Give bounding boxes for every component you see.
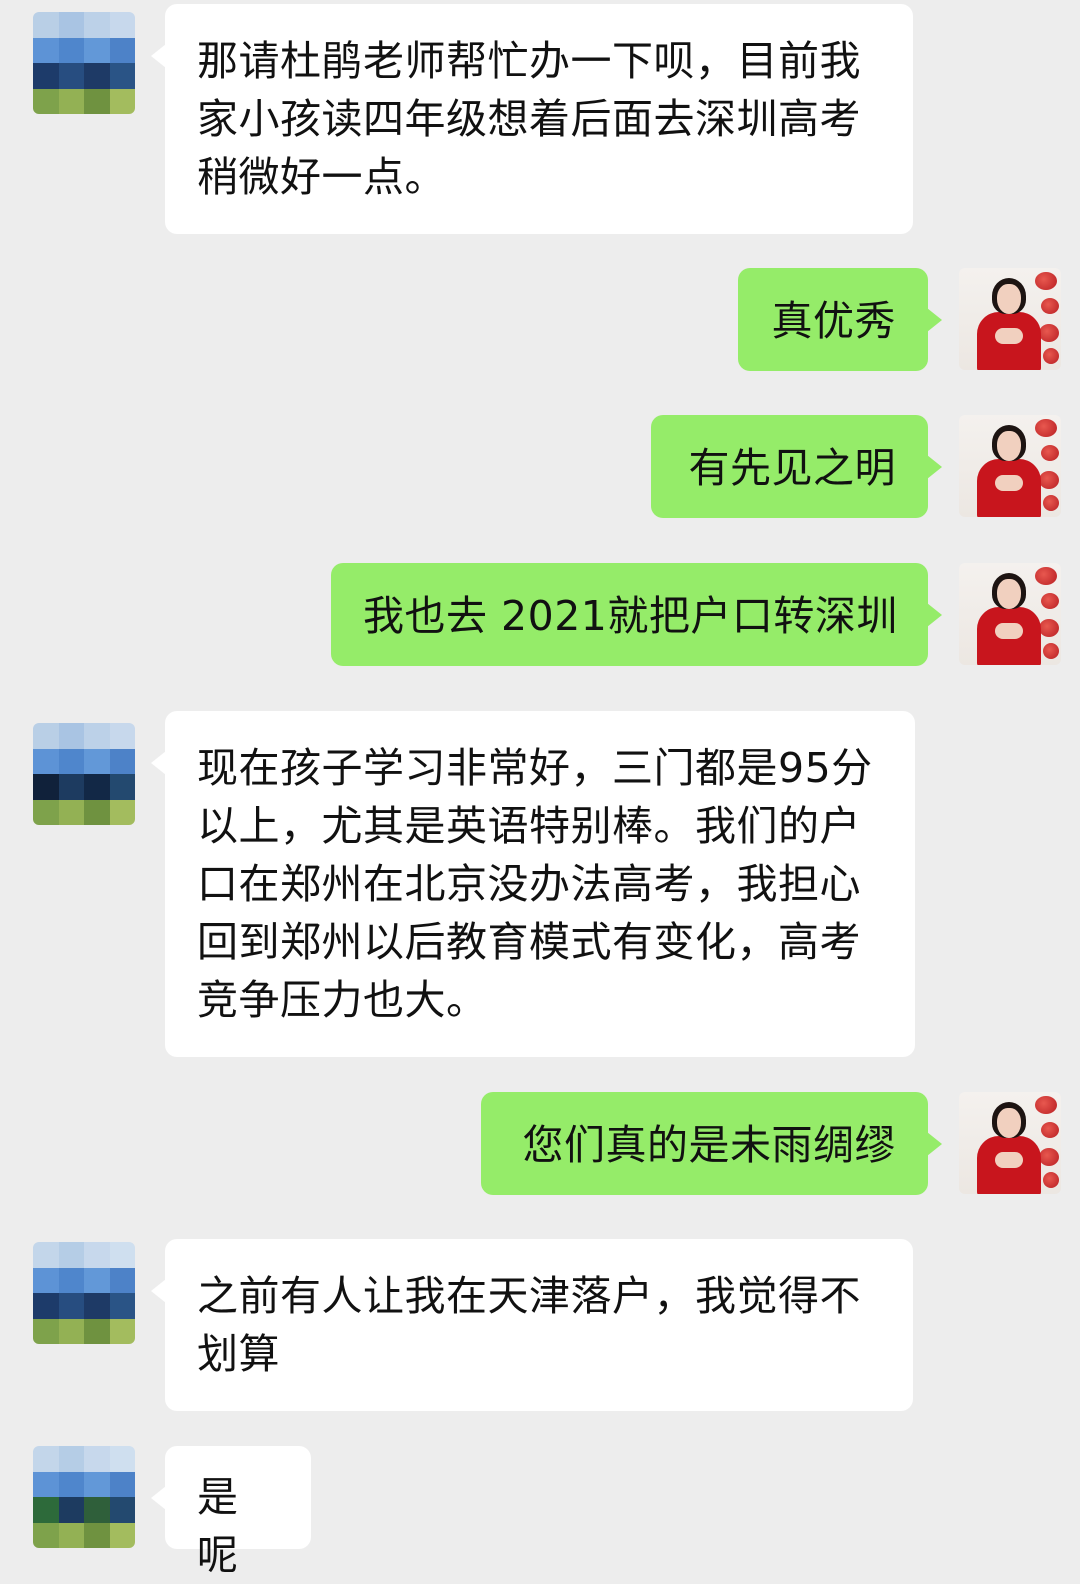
incoming-message-bubble[interactable]: 那请杜鹃老师帮忙办一下呗，目前我家小孩读四年级想着后面去深圳高考稍微好一点。: [151, 4, 913, 234]
message-text: 之前有人让我在天津落户，我觉得不划算: [197, 1272, 861, 1378]
contact-avatar-icon[interactable]: [33, 1242, 135, 1344]
contact-avatar-icon[interactable]: [33, 1446, 135, 1548]
message-text: 那请杜鹃老师帮忙办一下呗，目前我家小孩读四年级想着后面去深圳高考稍微好一点。: [197, 37, 861, 201]
contact-avatar-icon[interactable]: [33, 723, 135, 825]
self-avatar-icon[interactable]: [959, 268, 1061, 370]
message-text: 您们真的是未雨绸缪: [522, 1121, 896, 1169]
self-avatar-icon[interactable]: [959, 415, 1061, 517]
outgoing-message-bubble[interactable]: 有先见之明: [651, 415, 942, 518]
message-text: 有先见之明: [688, 444, 896, 492]
message-text: 真优秀: [771, 297, 896, 345]
message-text: 是呢: [197, 1473, 239, 1579]
incoming-message-bubble[interactable]: 现在孩子学习非常好，三门都是95分以上，尤其是英语特别棒。我们的户口在郑州在北京…: [151, 711, 915, 1057]
contact-avatar-icon[interactable]: [33, 12, 135, 114]
self-avatar-icon[interactable]: [959, 563, 1061, 665]
incoming-message-bubble[interactable]: 之前有人让我在天津落户，我觉得不划算: [151, 1239, 913, 1411]
outgoing-message-bubble[interactable]: 真优秀: [738, 268, 942, 371]
message-text: 我也去 2021就把户口转深圳: [363, 592, 898, 640]
outgoing-message-bubble[interactable]: 您们真的是未雨绸缪: [481, 1092, 942, 1195]
self-avatar-icon[interactable]: [959, 1092, 1061, 1194]
incoming-message-bubble[interactable]: 是呢: [151, 1446, 311, 1579]
message-text: 现在孩子学习非常好，三门都是95分以上，尤其是英语特别棒。我们的户口在郑州在北京…: [197, 744, 873, 1024]
outgoing-message-bubble[interactable]: 我也去 2021就把户口转深圳: [331, 563, 942, 666]
